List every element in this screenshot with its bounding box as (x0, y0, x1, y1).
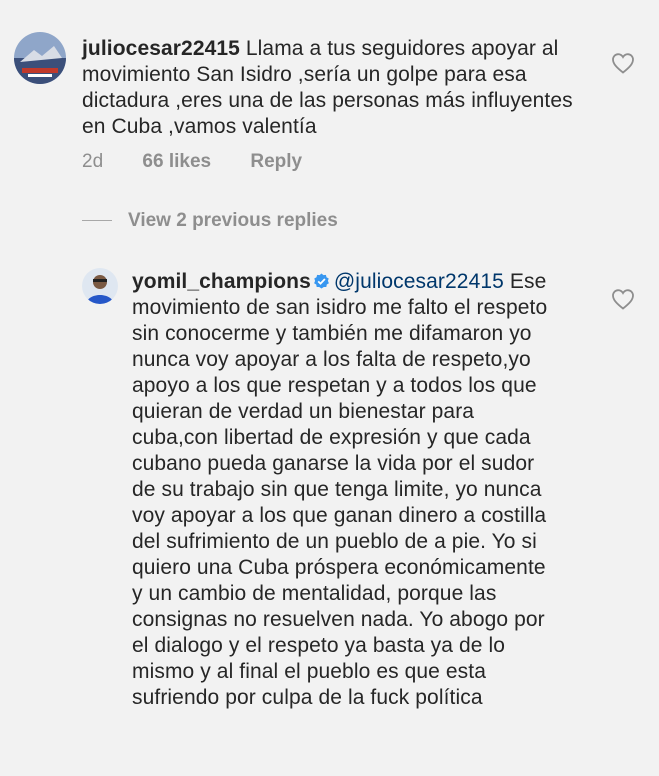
divider (82, 220, 112, 222)
heart-outline-icon[interactable] (611, 52, 635, 74)
heart-outline-icon[interactable] (611, 288, 635, 310)
avatar[interactable] (82, 268, 118, 304)
avatar[interactable] (14, 32, 66, 84)
reply-body: Ese movimiento de san isidro me falto el… (132, 270, 548, 709)
view-replies-button[interactable]: View 2 previous replies (82, 210, 338, 232)
profile-photo-icon (82, 268, 118, 304)
view-replies-label: View 2 previous replies (128, 210, 338, 231)
mention-link[interactable]: @juliocesar22415 (334, 270, 504, 293)
comment-time: 2d (82, 151, 104, 172)
likes-count[interactable]: 66 likes (142, 151, 211, 172)
reply-button[interactable]: Reply (250, 151, 302, 172)
comment-text: juliocesar22415 Llama a tus seguidores a… (82, 36, 582, 140)
reply-text: yomil_champions @juliocesar22415 Ese movi… (132, 269, 552, 711)
profile-photo-icon (14, 32, 66, 84)
reply-username[interactable]: yomil_champions (132, 270, 311, 293)
verified-badge-icon (313, 273, 329, 289)
comment-username[interactable]: juliocesar22415 (82, 37, 240, 60)
comment-meta: 2d 66 likes Reply (82, 151, 336, 173)
